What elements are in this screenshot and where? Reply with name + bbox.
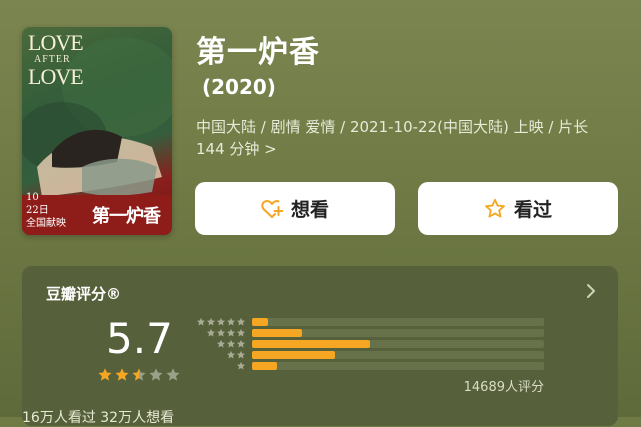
star-outline-icon [485, 198, 505, 218]
rating-distribution [190, 316, 550, 371]
watched-label: 看过 [513, 199, 552, 221]
small-star-icon [216, 328, 226, 337]
distribution-row-3-star [190, 338, 550, 349]
distribution-bar-track [252, 362, 544, 370]
distribution-bar-track [252, 340, 544, 348]
poster-date-month: 10 [26, 192, 39, 203]
want-to-watch-label: 想看 [290, 199, 329, 221]
poster-chinese-title: 第一炉香 [92, 206, 161, 227]
distribution-bar-fill [252, 351, 336, 359]
distribution-bar-fill [252, 362, 277, 370]
distribution-star-level [196, 317, 246, 327]
heart-plus-icon [261, 199, 283, 218]
rating-card-title: 豆瓣评分® [46, 285, 122, 303]
small-star-icon [206, 328, 216, 337]
small-star-icon [206, 317, 216, 326]
small-star-icon [236, 361, 246, 370]
poster-title-line1: LOVE [28, 30, 84, 55]
distribution-row-4-star [190, 327, 550, 338]
poster-title-line3: LOVE [28, 64, 84, 89]
small-star-icon [216, 339, 226, 348]
distribution-bar-fill [252, 340, 371, 348]
distribution-bar-fill [252, 329, 302, 337]
chevron-right-icon[interactable] [584, 282, 598, 300]
distribution-row-2-star [190, 349, 550, 360]
movie-poster[interactable]: LOVE AFTER LOVE 10 22日 全国献映 第一炉香 [22, 27, 172, 235]
distribution-star-level [206, 328, 246, 338]
small-star-icon [226, 317, 236, 326]
poster-english-title: LOVE AFTER LOVE [28, 32, 108, 88]
rating-stars [97, 367, 181, 383]
distribution-bar-fill [252, 318, 269, 326]
movie-title: 第一炉香 [196, 35, 320, 70]
movie-meta-info[interactable]: 中国大陆 / 剧情 爱情 / 2021-10-22(中国大陆) 上映 / 片长1… [196, 116, 614, 160]
distribution-star-level [226, 350, 246, 360]
distribution-star-level [236, 361, 246, 371]
movie-year: (2020) [202, 75, 276, 99]
poster-date-day: 22日 [26, 205, 49, 216]
rating-star-icon [115, 368, 129, 381]
small-star-icon [226, 328, 236, 337]
distribution-bar-track [252, 318, 544, 326]
small-star-icon [236, 328, 246, 337]
poster-date-caption: 全国献映 [26, 218, 66, 229]
watched-button[interactable]: 看过 [418, 182, 618, 235]
rating-count[interactable]: 14689人评分 [464, 376, 544, 395]
rating-star-icon [132, 368, 146, 381]
distribution-row-5-star [190, 316, 550, 327]
distribution-bar-track [252, 329, 544, 337]
small-star-icon [236, 350, 246, 359]
rating-star-icon [149, 368, 163, 381]
rating-star-icon [166, 368, 180, 381]
small-star-icon [216, 317, 226, 326]
small-star-icon [236, 317, 246, 326]
small-star-icon [236, 339, 246, 348]
watch-stats: 16万人看过 32万人想看 [22, 410, 175, 426]
small-star-icon [196, 317, 206, 326]
rating-star-icon [98, 368, 112, 381]
rating-score: 5.7 [106, 314, 173, 363]
small-star-icon [226, 350, 236, 359]
distribution-star-level [216, 339, 246, 349]
poster-release-date: 10 22日 全国献映 [26, 191, 70, 230]
small-star-icon [226, 339, 236, 348]
distribution-bar-track [252, 351, 544, 359]
distribution-row-1-star [190, 360, 550, 371]
want-to-watch-button[interactable]: 想看 [195, 182, 395, 235]
rating-card[interactable]: 豆瓣评分® 5.7 14689人评分 [22, 266, 618, 426]
